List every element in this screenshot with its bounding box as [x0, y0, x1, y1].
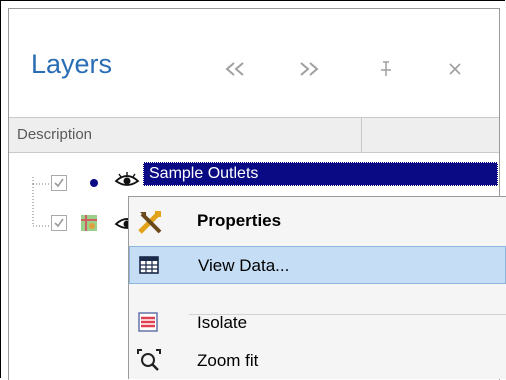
menu-item-label: View Data...	[198, 256, 290, 275]
tools-icon	[137, 209, 162, 234]
context-menu: Properties View Data... Isolate Zoom fit	[128, 196, 506, 379]
eye-icon[interactable]	[114, 214, 128, 232]
eye-icon[interactable]	[114, 171, 140, 194]
menu-item-properties[interactable]: Properties	[129, 202, 506, 240]
menu-item-view-data[interactable]: View Data...	[129, 246, 506, 284]
isolate-icon	[137, 311, 161, 335]
layer-visibility-checkbox[interactable]	[51, 215, 67, 231]
selected-layer-label[interactable]: Sample Outlets	[143, 162, 498, 186]
layer-visibility-checkbox[interactable]	[51, 175, 67, 191]
menu-item-zoom-fit[interactable]: Zoom fit	[129, 342, 506, 380]
menu-item-label: Properties	[197, 211, 282, 230]
map-layer-icon	[80, 214, 98, 232]
point-icon	[90, 179, 98, 187]
menu-item-isolate[interactable]: Isolate	[129, 304, 506, 342]
layer-name: Sample Outlets	[149, 165, 259, 182]
menu-item-label: Isolate	[197, 313, 248, 332]
zoom-fit-icon	[137, 349, 161, 373]
table-icon	[138, 254, 162, 278]
layer-row[interactable]	[0, 206, 130, 232]
menu-item-label: Zoom fit	[197, 351, 259, 370]
